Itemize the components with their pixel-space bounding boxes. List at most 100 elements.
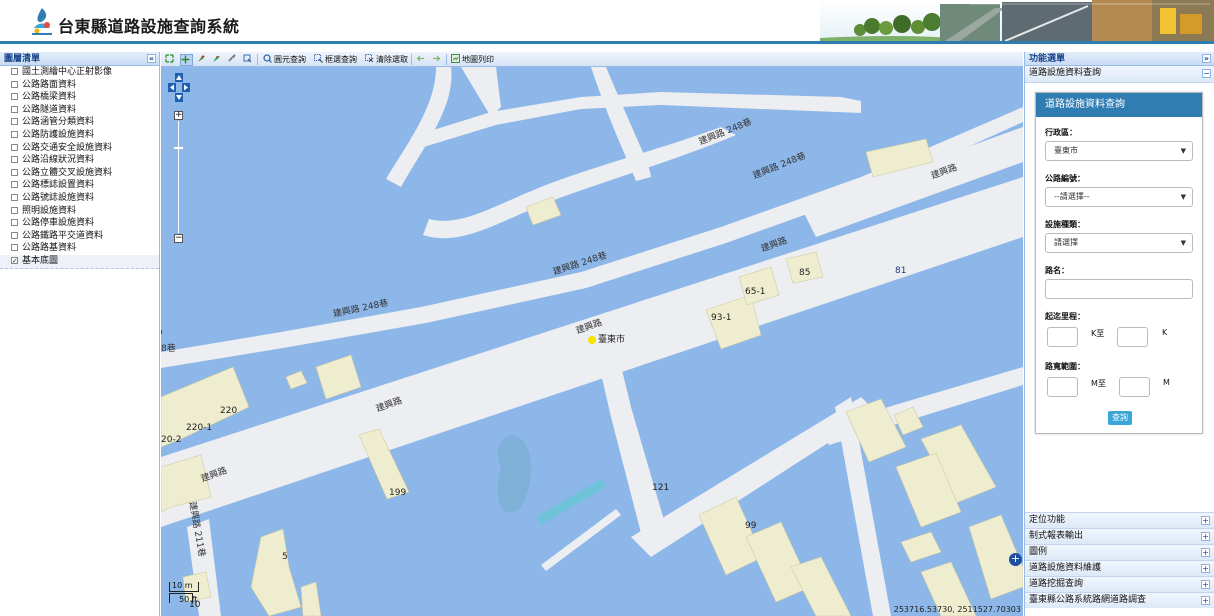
address-number: 85 [799, 268, 811, 278]
expand-icon[interactable]: + [1201, 532, 1210, 541]
layer-item[interactable]: 公路沿線狀況資料 [0, 154, 159, 167]
address-number: 220-1 [186, 423, 213, 433]
mileage-from-input[interactable] [1047, 327, 1078, 347]
layer-checkbox[interactable] [11, 219, 18, 227]
scale-imperial: 50 ft [179, 595, 198, 604]
layer-item[interactable]: 公路防護設施資料 [0, 129, 159, 142]
layer-item[interactable]: 公路路面資料 [0, 79, 159, 92]
layer-checkbox[interactable] [11, 206, 18, 214]
road-width-label: 路寬範圍： [1045, 362, 1085, 371]
expand-icon[interactable]: + [1201, 548, 1210, 557]
road-number-select[interactable]: --請選擇-- ▼ [1045, 187, 1193, 207]
mileage-to-input[interactable] [1117, 327, 1148, 347]
layer-checkbox[interactable] [11, 244, 18, 252]
zoom-extent-icon[interactable] [165, 54, 176, 65]
address-number: 81 [895, 266, 907, 276]
circle-query-button[interactable]: 圓元查詢 [263, 54, 306, 65]
district-value: 臺東市 [1054, 146, 1078, 155]
clear-selection-button[interactable]: 清除選取 [365, 54, 408, 65]
left-splitter-arrow-icon[interactable]: ◂ [161, 327, 162, 336]
accordion-item[interactable]: 定位功能 + [1025, 512, 1214, 528]
zoom-slider-track[interactable] [178, 121, 179, 233]
expand-icon[interactable]: + [1201, 596, 1210, 605]
layer-item[interactable]: 國土測繪中心正射影像 [0, 66, 159, 79]
layer-checkbox[interactable] [11, 168, 18, 176]
layer-item[interactable]: 公路交通安全設施資料 [0, 142, 159, 155]
road-number-label: 公路編號： [1045, 174, 1085, 183]
facility-type-select[interactable]: 請選擇 ▼ [1045, 233, 1193, 253]
forward-arrow-icon[interactable] [432, 54, 443, 65]
query-button[interactable]: 查詢 [1108, 411, 1132, 425]
layer-checkbox[interactable] [11, 105, 18, 113]
expand-icon[interactable]: + [1201, 564, 1210, 573]
measure-area-icon[interactable] [243, 54, 254, 65]
zoom-in-button[interactable]: + [174, 111, 183, 120]
expand-icon[interactable]: + [1201, 516, 1210, 525]
layer-checkbox[interactable] [11, 156, 18, 164]
pan-control-icon[interactable] [168, 73, 190, 107]
section-collapse-icon[interactable]: − [1202, 69, 1211, 78]
street-label: 8巷 [161, 344, 176, 354]
layer-checkbox[interactable] [11, 68, 18, 75]
layer-checkbox[interactable] [11, 181, 18, 189]
layer-checkbox[interactable] [11, 130, 18, 138]
app-title: 台東縣道路設施查詢系統 [58, 17, 240, 36]
layer-item[interactable]: 公路號誌設施資料 [0, 192, 159, 205]
accordion-item[interactable]: 臺東縣公路系統路網道路調查 + [1025, 592, 1214, 608]
layer-item[interactable]: 公路路基資料 [0, 242, 159, 255]
layer-checkbox[interactable] [11, 143, 18, 151]
layer-item[interactable]: ✓ 基本底圖 [0, 254, 159, 269]
layer-label: 公路立體交叉設施資料 [22, 167, 113, 178]
facility-type-value: 請選擇 [1054, 238, 1078, 247]
print-map-button[interactable]: 地圖列印 [451, 54, 494, 65]
toolbar-divider [257, 54, 258, 65]
layer-label: 基本底圖 [22, 255, 59, 266]
expand-icon[interactable]: + [1201, 580, 1210, 589]
layer-item[interactable]: 公路隧道資料 [0, 104, 159, 117]
clear-selection-label: 清除選取 [376, 55, 408, 64]
county-logo-icon [32, 8, 52, 35]
city-marker-icon[interactable] [588, 336, 596, 344]
zoom-out-button[interactable]: − [174, 234, 183, 243]
zoom-in-icon[interactable] [197, 54, 208, 65]
layer-item[interactable]: 公路標誌設置資料 [0, 179, 159, 192]
layer-item[interactable]: 公路涵管分類資料 [0, 116, 159, 129]
layer-label: 公路鐵路平交道資料 [22, 230, 104, 241]
layer-label: 公路號誌設施資料 [22, 192, 95, 203]
pan-icon[interactable] [180, 54, 193, 66]
map-canvas[interactable]: 建興路 248巷 建興路 248巷 建興路 248巷 建興路 248巷 建興路 … [161, 67, 1023, 616]
layer-checkbox[interactable] [11, 118, 18, 126]
collapse-left-icon[interactable]: « [147, 54, 156, 63]
collapse-right-icon[interactable]: » [1202, 54, 1211, 63]
layer-checkbox[interactable] [11, 80, 18, 88]
layer-checkbox[interactable] [11, 93, 18, 101]
measure-distance-icon[interactable] [228, 54, 239, 65]
layer-checkbox[interactable] [11, 231, 18, 239]
layer-label: 公路防護設施資料 [22, 129, 95, 140]
road-name-input[interactable] [1045, 279, 1193, 299]
zoom-slider-handle[interactable] [174, 147, 183, 149]
layer-item[interactable]: 照明設施資料 [0, 205, 159, 218]
zoom-out-icon[interactable] [212, 54, 223, 65]
layer-item[interactable]: 公路鐵路平交道資料 [0, 230, 159, 243]
scale-metric: 10 m [172, 581, 193, 590]
layer-item[interactable]: 公路橋梁資料 [0, 91, 159, 104]
district-select[interactable]: 臺東市 ▼ [1045, 141, 1193, 161]
box-query-button[interactable]: 框選查詢 [314, 54, 357, 65]
back-arrow-icon[interactable] [416, 54, 427, 65]
accordion-item[interactable]: 制式報表輸出 + [1025, 528, 1214, 544]
layer-item[interactable]: 公路停車設施資料 [0, 217, 159, 230]
width-from-input[interactable] [1047, 377, 1078, 397]
accordion-item[interactable]: 圖例 + [1025, 544, 1214, 560]
layer-item[interactable]: 公路立體交叉設施資料 [0, 167, 159, 180]
layer-label: 照明設施資料 [22, 205, 77, 216]
accordion-item[interactable]: 道路挖掘查詢 + [1025, 576, 1214, 592]
overview-toggle-icon[interactable]: + [1009, 553, 1022, 566]
road-number-value: --請選擇-- [1054, 192, 1090, 201]
width-to-input[interactable] [1119, 377, 1150, 397]
section-header-road-facility[interactable]: 道路設施資料查詢 − [1025, 66, 1214, 83]
form-title: 道路設施資料查詢 [1036, 93, 1202, 117]
layer-checkbox[interactable]: ✓ [11, 256, 18, 264]
accordion-item[interactable]: 道路設施資料維護 + [1025, 560, 1214, 576]
layer-checkbox[interactable] [11, 193, 18, 201]
